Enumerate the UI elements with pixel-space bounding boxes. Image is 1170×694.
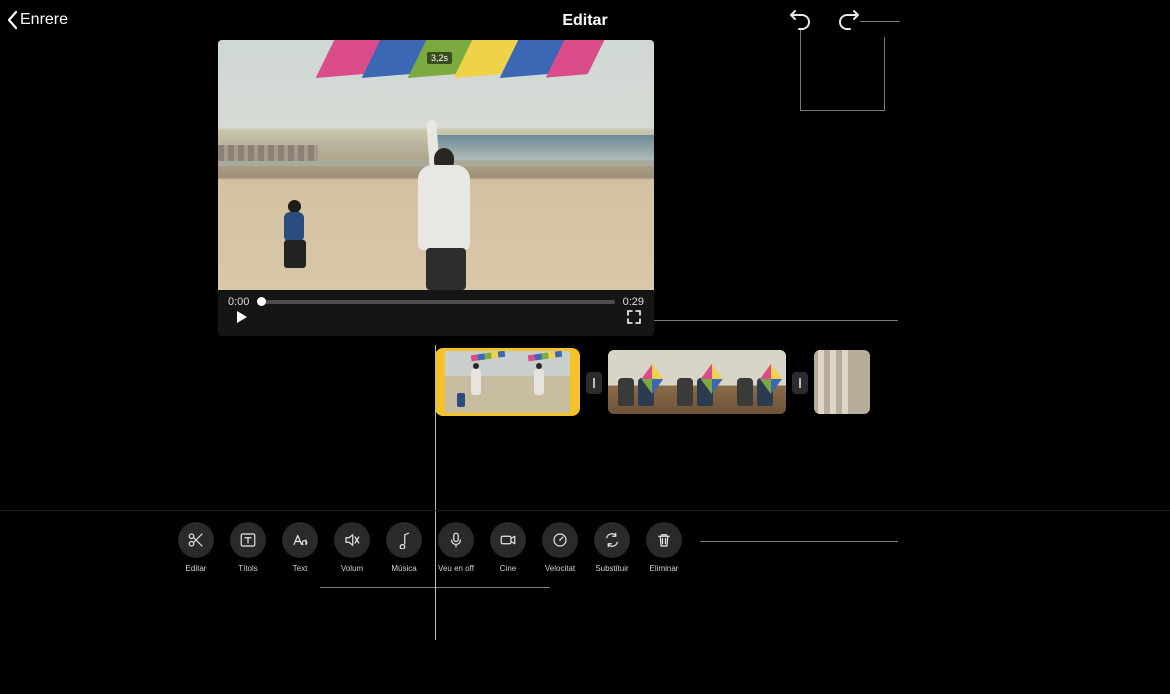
volume-mute-icon bbox=[343, 531, 361, 549]
clip-duration-badge: 3,2s bbox=[427, 52, 452, 64]
tool-text[interactable]: Text bbox=[282, 522, 318, 573]
tool-label: Velocitat bbox=[545, 564, 575, 573]
scissors-icon bbox=[187, 531, 205, 549]
callout-line bbox=[800, 110, 885, 111]
transport-row bbox=[218, 306, 654, 336]
playhead[interactable] bbox=[435, 345, 436, 640]
microphone-icon bbox=[447, 531, 465, 549]
play-button[interactable] bbox=[234, 309, 250, 330]
separator bbox=[0, 510, 1170, 511]
speedometer-icon bbox=[551, 531, 569, 549]
callout-line bbox=[860, 21, 900, 22]
undo-button[interactable] bbox=[789, 10, 813, 37]
tool-volume[interactable]: Volum bbox=[334, 522, 370, 573]
tool-label: Música bbox=[391, 564, 416, 573]
tool-label: Cine bbox=[500, 564, 516, 573]
play-icon bbox=[234, 309, 250, 325]
chevron-left-icon bbox=[6, 10, 20, 30]
callout-line bbox=[884, 37, 885, 110]
edit-toolbar: Editar Títols Text Volum Música Veu en o… bbox=[178, 522, 682, 573]
callout-line bbox=[648, 320, 898, 321]
music-note-icon bbox=[395, 531, 413, 549]
tool-label: Text bbox=[293, 564, 308, 573]
tool-edit[interactable]: Editar bbox=[178, 522, 214, 573]
tool-music[interactable]: Música bbox=[386, 522, 422, 573]
tool-label: Veu en off bbox=[438, 564, 474, 573]
preview-viewer: 3,2s 0:00 0:29 bbox=[218, 40, 654, 336]
tool-speed[interactable]: Velocitat bbox=[542, 522, 578, 573]
tool-replace[interactable]: Substituir bbox=[594, 522, 630, 573]
undo-icon bbox=[789, 10, 813, 32]
timeline-clip-selected[interactable] bbox=[435, 348, 580, 416]
callout-line bbox=[800, 30, 801, 110]
redo-button[interactable] bbox=[836, 10, 860, 37]
camera-icon bbox=[499, 531, 517, 549]
expand-icon bbox=[626, 309, 642, 325]
back-label: Enrere bbox=[20, 11, 68, 29]
tool-label: Volum bbox=[341, 564, 363, 573]
replace-icon bbox=[603, 531, 621, 549]
tool-label: Títols bbox=[238, 564, 258, 573]
timeline-clip[interactable] bbox=[608, 350, 786, 414]
tool-cinematic[interactable]: Cine bbox=[490, 522, 526, 573]
tool-label: Editar bbox=[186, 564, 207, 573]
tool-delete[interactable]: Eliminar bbox=[646, 522, 682, 573]
redo-icon bbox=[836, 10, 860, 32]
fullscreen-button[interactable] bbox=[626, 309, 642, 330]
tool-voiceover[interactable]: Veu en off bbox=[438, 522, 474, 573]
text-icon bbox=[291, 531, 309, 549]
transition-icon bbox=[590, 377, 598, 389]
transition-button[interactable] bbox=[792, 372, 808, 394]
callout-line bbox=[700, 541, 898, 542]
back-button[interactable]: Enrere bbox=[6, 10, 68, 30]
top-bar: Enrere Editar bbox=[0, 0, 1170, 44]
video-content bbox=[218, 40, 654, 290]
tool-titles[interactable]: Títols bbox=[230, 522, 266, 573]
transition-button[interactable] bbox=[586, 372, 602, 394]
scrubber[interactable] bbox=[257, 300, 614, 304]
titles-icon bbox=[239, 531, 257, 549]
tool-label: Eliminar bbox=[650, 564, 679, 573]
transition-icon bbox=[796, 377, 804, 389]
timeline[interactable] bbox=[0, 350, 1170, 430]
page-title: Editar bbox=[562, 12, 607, 30]
timeline-clip[interactable] bbox=[814, 350, 870, 414]
video-frame[interactable]: 3,2s bbox=[218, 40, 654, 290]
trash-icon bbox=[655, 531, 673, 549]
tool-label: Substituir bbox=[595, 564, 628, 573]
